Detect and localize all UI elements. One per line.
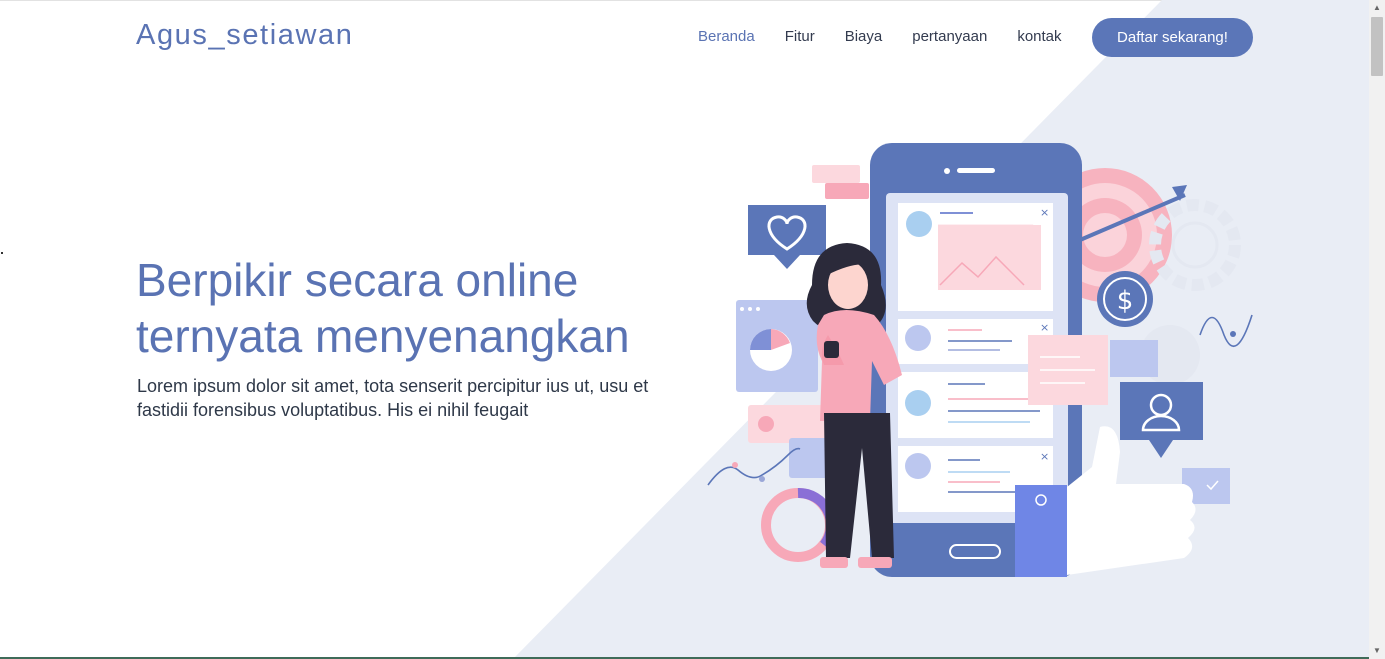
nav-item-biaya[interactable]: Biaya [845,28,883,45]
wave-line-right [1199,314,1253,347]
donut-chart [761,488,837,562]
dollar-coin-icon: $ [1097,271,1153,327]
tag-card [812,165,860,183]
scroll-down-arrow-icon[interactable]: ▼ [1369,643,1385,659]
image-post-card: × [898,203,1053,311]
nav-links: Beranda Fitur Biaya pertanyaan kontak [698,28,1092,45]
wave-line-left [707,447,801,486]
svg-text:×: × [1040,206,1049,219]
scroll-up-arrow-icon[interactable]: ▲ [1369,0,1385,16]
register-now-button[interactable]: Daftar sekarang! [1092,18,1253,57]
stray-dot [1,252,3,254]
hero-illustration: × × × $ [707,143,1253,577]
pie-chart-card [736,300,818,392]
hero-title: Berpikir secara online ternyata menyenan… [136,252,736,364]
nav-item-beranda[interactable]: Beranda [698,28,755,45]
nav-item-pertanyaan[interactable]: pertanyaan [912,28,987,45]
thumbs-up-icon [1067,426,1196,575]
note-card-pink [1028,335,1108,405]
gift-box [1015,485,1067,577]
landing-page: Agus_setiawan Beranda Fitur Biaya pertan… [0,0,1369,659]
dollar-symbol: $ [1117,286,1134,316]
svg-text:×: × [1040,321,1049,334]
vertical-scrollbar[interactable]: ▲ ▼ [1369,0,1385,659]
heart-icon [748,205,826,269]
note-card-blue [1110,340,1158,377]
user-profile-icon [1120,382,1203,458]
navbar: Agus_setiawan Beranda Fitur Biaya pertan… [0,0,1369,76]
svg-text:×: × [1040,450,1049,463]
hero-title-line-1: Berpikir secara online [136,254,579,306]
hero-description: Lorem ipsum dolor sit amet, tota senseri… [137,376,649,420]
nav-item-fitur[interactable]: Fitur [785,28,815,45]
hero-title-line-2: ternyata menyenangkan [136,310,630,362]
brand-logo[interactable]: Agus_setiawan [136,19,354,52]
scroll-thumb[interactable] [1371,17,1383,76]
nav-item-kontak[interactable]: kontak [1017,28,1061,45]
